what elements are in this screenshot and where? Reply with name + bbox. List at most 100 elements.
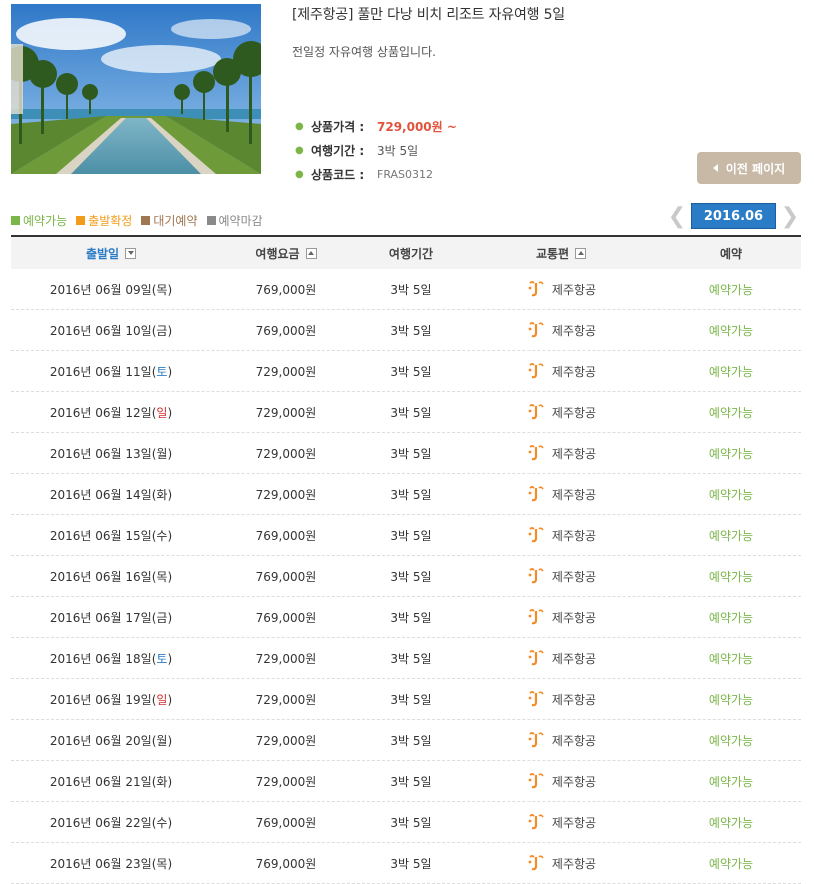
weekday: 금 [156,323,168,338]
header-label: 여행요금 [255,246,300,261]
reservation-status[interactable]: 예약가능 [661,609,801,626]
tour-period: 3박 5일 [390,815,432,830]
table-body: 2016년 06월 09일(목) 769,000원 3박 5일 제주항공 예약가능 201… [11,269,801,884]
table-row[interactable]: 2016년 06월 11일(토) 729,000원 3박 5일 제주항공 예약가능 [11,351,801,392]
reservation-status[interactable]: 예약가능 [661,773,801,790]
reservation-status[interactable]: 예약가능 [661,445,801,462]
jeju-air-logo-icon [528,281,544,297]
departure-date: 2016년 06월 18일(토) [11,650,211,667]
jeju-air-logo-icon [528,363,544,379]
date-text: 2016년 06월 11일( [49,364,157,379]
month-navigator: ❮ 2016.06 ❯ [663,203,804,229]
code-label: 상품코드 : [311,167,365,182]
reservation-status[interactable]: 예약가능 [661,732,801,749]
next-month-icon[interactable]: ❯ [776,204,804,229]
previous-page-label: 이전 페이지 [725,161,786,176]
table-row[interactable]: 2016년 06월 21일(화) 729,000원 3박 5일 제주항공 예약가능 [11,761,801,802]
sort-up-icon[interactable] [575,247,587,259]
table-row[interactable]: 2016년 06월 17일(금) 769,000원 3박 5일 제주항공 예약가능 [11,597,801,638]
chevron-left-icon [712,164,718,172]
reservation-status[interactable]: 예약가능 [661,322,801,339]
weekday: 화 [156,487,168,502]
airline-name: 제주항공 [551,487,597,502]
tour-price: 769,000원 [255,323,317,338]
table-row[interactable]: 2016년 06월 16일(목) 769,000원 3박 5일 제주항공 예약가능 [11,556,801,597]
resort-photo [11,4,261,174]
header-transport[interactable]: 교통편 [461,245,661,262]
jeju-air-logo-icon [528,814,544,830]
departure-date: 2016년 06월 12일(일) [11,404,211,421]
date-text: 2016년 06월 19일( [49,692,157,707]
reservation-status[interactable]: 예약가능 [661,486,801,503]
table-row[interactable]: 2016년 06월 23일(목) 769,000원 3박 5일 제주항공 예약가능 [11,843,801,884]
table-row[interactable]: 2016년 06월 12일(일) 729,000원 3박 5일 제주항공 예약가능 [11,392,801,433]
jeju-air-logo-icon [528,773,544,789]
weekday: 목 [156,856,168,871]
table-row[interactable]: 2016년 06월 15일(수) 769,000원 3박 5일 제주항공 예약가능 [11,515,801,556]
reservation-status[interactable]: 예약가능 [661,568,801,585]
table-row[interactable]: 2016년 06월 14일(화) 729,000원 3박 5일 제주항공 예약가능 [11,474,801,515]
departure-date: 2016년 06월 14일(화) [11,486,211,503]
bullet-icon: ● [295,144,304,156]
product-info: ● 상품가격 : 729,000원 ~ ● 여행기간 : 3박 5일 ● 상품코… [295,114,457,186]
sort-up-icon[interactable] [305,247,317,259]
airline: 제주항공 [461,444,661,462]
weekday: 토 [156,651,168,666]
prev-month-icon[interactable]: ❮ [663,204,691,229]
period-row: ● 여행기간 : 3박 5일 [295,138,457,162]
table-row[interactable]: 2016년 06월 13일(월) 729,000원 3박 5일 제주항공 예약가능 [11,433,801,474]
reservation-status[interactable]: 예약가능 [661,404,801,421]
tour-price: 729,000원 [255,446,317,461]
departure-date: 2016년 06월 21일(화) [11,773,211,790]
header-departure-date[interactable]: 출발일 [11,245,211,262]
sort-down-icon[interactable] [125,247,137,259]
reservation-status[interactable]: 예약가능 [661,281,801,298]
jeju-air-logo-icon [528,445,544,461]
weekday: 화 [156,774,168,789]
legend-swatch [11,216,20,225]
reservation-status[interactable]: 예약가능 [661,691,801,708]
departure-table: 출발일 여행요금 여행기간 교통편 예약 2016년 06월 09일(목) 769… [11,235,801,884]
table-row[interactable]: 2016년 06월 22일(수) 769,000원 3박 5일 제주항공 예약가능 [11,802,801,843]
airline-name: 제주항공 [551,528,597,543]
departure-date: 2016년 06월 16일(목) [11,568,211,585]
airline-name: 제주항공 [551,323,597,338]
airline-name: 제주항공 [551,651,597,666]
legend-item-confirmed: 출발확정 [76,212,132,229]
table-row[interactable]: 2016년 06월 18일(토) 729,000원 3박 5일 제주항공 예약가능 [11,638,801,679]
date-close: ) [167,487,173,502]
reservation-status[interactable]: 예약가능 [661,650,801,667]
tour-price: 769,000원 [255,282,317,297]
table-row[interactable]: 2016년 06월 19일(일) 729,000원 3박 5일 제주항공 예약가능 [11,679,801,720]
header-label: 예약 [719,246,743,261]
weekday: 토 [156,364,168,379]
date-text: 2016년 06월 22일( [49,815,157,830]
tour-period: 3박 5일 [390,856,432,871]
airline-name: 제주항공 [551,856,597,871]
airline-name: 제주항공 [551,569,597,584]
weekday: 목 [156,282,168,297]
jeju-air-logo-icon [528,691,544,707]
table-header: 출발일 여행요금 여행기간 교통편 예약 [11,235,801,269]
date-text: 2016년 06월 15일( [49,528,157,543]
reservation-status[interactable]: 예약가능 [661,814,801,831]
table-row[interactable]: 2016년 06월 10일(금) 769,000원 3박 5일 제주항공 예약가능 [11,310,801,351]
table-row[interactable]: 2016년 06월 20일(월) 729,000원 3박 5일 제주항공 예약가능 [11,720,801,761]
date-close: ) [167,692,173,707]
reservation-status[interactable]: 예약가능 [661,363,801,380]
reservation-status[interactable]: 예약가능 [661,855,801,872]
reservation-status[interactable]: 예약가능 [661,527,801,544]
product-title: [제주항공] 풀만 다낭 비치 리조트 자유여행 5일 [292,7,565,23]
legend-label: 예약가능 [23,214,68,228]
legend-item-closed: 예약마감 [206,212,263,229]
tour-price: 729,000원 [255,651,317,666]
date-text: 2016년 06월 18일( [49,651,157,666]
bullet-icon: ● [295,168,304,180]
previous-page-button[interactable]: 이전 페이지 [697,152,801,184]
jeju-air-logo-icon [528,568,544,584]
tour-period: 3박 5일 [390,405,432,420]
header-reservation: 예약 [661,245,801,262]
header-price[interactable]: 여행요금 [211,245,361,262]
table-row[interactable]: 2016년 06월 09일(목) 769,000원 3박 5일 제주항공 예약가능 [11,269,801,310]
date-close: ) [167,323,173,338]
